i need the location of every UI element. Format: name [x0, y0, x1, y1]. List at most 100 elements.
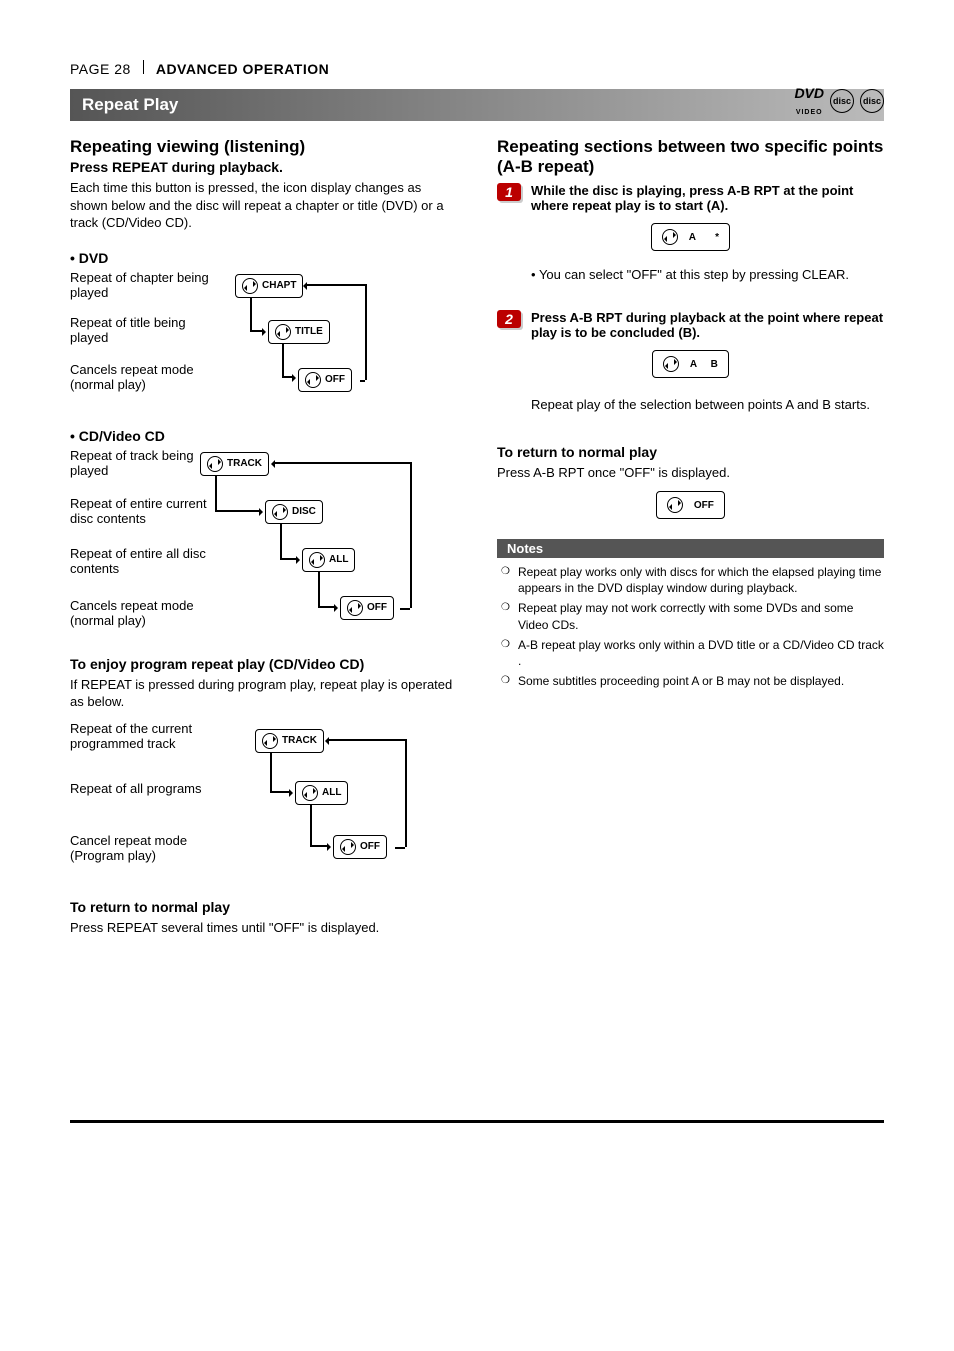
- flow-connector: [215, 476, 217, 510]
- note-text: Repeat play works only with discs for wh…: [518, 564, 884, 596]
- header-divider: [143, 60, 144, 74]
- ab-a-star-pill: A *: [651, 223, 730, 251]
- ab-off-pill: OFF: [656, 491, 725, 519]
- flow-arrow: [250, 330, 264, 332]
- repeat-icon: [275, 324, 291, 340]
- pill-label: OFF: [694, 500, 714, 511]
- dvd-chapter-text: Repeat of chapter being played: [70, 270, 220, 300]
- dvd-video-logo: DVD VIDEO: [794, 85, 824, 117]
- notes-header: Notes: [497, 539, 884, 558]
- dvd-title-text: Repeat of title being played: [70, 315, 220, 345]
- flow-connector: [318, 572, 320, 606]
- note-text: A-B repeat play works only within a DVD …: [518, 637, 884, 669]
- dvd-off-text: Cancels repeat mode (normal play): [70, 362, 220, 392]
- flow-connector: [400, 608, 410, 610]
- return-normal-text-left: Press REPEAT several times until "OFF" i…: [70, 919, 457, 937]
- repeat-icon: [667, 497, 683, 513]
- prog-all-text: Repeat of all programs: [70, 781, 230, 796]
- pill-label: TRACK: [282, 735, 317, 746]
- repeat-title-pill: TITLE: [268, 320, 330, 344]
- pill-label: ALL: [322, 787, 341, 798]
- step-1: 1 While the disc is playing, press A-B R…: [497, 183, 884, 213]
- flow-feedback: [365, 284, 367, 380]
- pill-label: A B: [690, 359, 718, 370]
- flow-feedback: [410, 462, 412, 608]
- step-2-after-text: Repeat play of the selection between poi…: [531, 396, 884, 414]
- flow-connector: [270, 753, 272, 791]
- compact-disc-logo-2: disc: [860, 89, 884, 113]
- step-1-note-text: You can select "OFF" at this step by pre…: [539, 267, 849, 282]
- prog-off-text: Cancel repeat mode (Program play): [70, 833, 230, 863]
- step-1-note: • You can select "OFF" at this step by p…: [531, 267, 884, 282]
- format-logos: DVD VIDEO disc disc: [794, 85, 884, 117]
- repeat-icon: [262, 733, 278, 749]
- flow-arrow: [318, 606, 336, 608]
- footer-rule: [70, 1120, 884, 1123]
- flow-feedback: [405, 739, 407, 847]
- note-item: Some subtitles proceeding point A or B m…: [501, 673, 884, 689]
- flow-arrow: [310, 845, 329, 847]
- flow-arrow: [306, 284, 365, 286]
- flow-arrow: [282, 376, 294, 378]
- repeating-viewing-heading: Repeating viewing (listening): [70, 137, 457, 157]
- cd-off-text: Cancels repeat mode (normal play): [70, 598, 220, 628]
- pill-label: TITLE: [295, 326, 323, 337]
- flow-arrow: [270, 791, 291, 793]
- repeat-icon: [347, 600, 363, 616]
- flow-connector: [395, 847, 405, 849]
- flow-arrow: [215, 510, 261, 512]
- flow-connector: [360, 380, 365, 382]
- flow-connector: [280, 524, 282, 558]
- return-normal-heading-right: To return to normal play: [497, 444, 884, 460]
- flow-arrow: [274, 462, 410, 464]
- repeat-icon: [305, 372, 321, 388]
- pill-label: OFF: [325, 374, 345, 385]
- pill-label: TRACK: [227, 458, 262, 469]
- flow-arrow: [328, 739, 405, 741]
- repeat-icon: [340, 839, 356, 855]
- pill-label: CHAPT: [262, 280, 296, 291]
- step-2: 2 Press A-B RPT during playback at the p…: [497, 310, 884, 340]
- return-normal-text-right: Press A-B RPT once "OFF" is displayed.: [497, 464, 884, 482]
- pill-label: OFF: [367, 602, 387, 613]
- repeat-chapt-pill: CHAPT: [235, 274, 303, 298]
- step-1-text: While the disc is playing, press A-B RPT…: [531, 183, 884, 213]
- repeat-intro-text: Each time this button is pressed, the ic…: [70, 179, 457, 232]
- note-item: Repeat play may not work correctly with …: [501, 600, 884, 632]
- compact-disc-logo-1: disc: [830, 89, 854, 113]
- step-number-1: 1: [497, 183, 521, 201]
- repeat-icon: [242, 278, 258, 294]
- dvd-text: DVD: [794, 85, 824, 101]
- left-column: Repeating viewing (listening) Press REPE…: [70, 133, 457, 940]
- notes-list: Repeat play works only with discs for wh…: [497, 564, 884, 689]
- dvd-heading: • DVD: [70, 250, 457, 266]
- program-repeat-intro: If REPEAT is pressed during program play…: [70, 676, 457, 711]
- prog-track-text: Repeat of the current programmed track: [70, 721, 230, 751]
- repeat-icon: [272, 504, 288, 520]
- right-column: Repeating sections between two specific …: [497, 133, 884, 940]
- section-title: ADVANCED OPERATION: [156, 61, 329, 77]
- cd-track-text: Repeat of track being played: [70, 448, 220, 478]
- repeat-track-pill: TRACK: [255, 729, 324, 753]
- note-text: Some subtitles proceeding point A or B m…: [518, 673, 844, 689]
- note-item: A-B repeat play works only within a DVD …: [501, 637, 884, 669]
- flow-arrow: [280, 558, 298, 560]
- pill-label: A *: [689, 232, 719, 243]
- cd-heading: • CD/Video CD: [70, 428, 457, 444]
- flow-connector: [250, 298, 252, 330]
- step-2-text: Press A-B RPT during playback at the poi…: [531, 310, 884, 340]
- press-repeat-subheading: Press REPEAT during playback.: [70, 159, 457, 175]
- repeat-off-pill: OFF: [298, 368, 352, 392]
- repeat-icon: [302, 785, 318, 801]
- note-item: Repeat play works only with discs for wh…: [501, 564, 884, 596]
- pill-label: OFF: [360, 841, 380, 852]
- pill-label: ALL: [329, 554, 348, 565]
- page-header: PAGE 28 ADVANCED OPERATION: [70, 60, 884, 77]
- disc-text-1: disc: [833, 96, 851, 106]
- flow-connector: [282, 344, 284, 376]
- repeat-icon: [663, 356, 679, 372]
- step-number-2: 2: [497, 310, 521, 328]
- program-repeat-heading: To enjoy program repeat play (CD/Video C…: [70, 656, 457, 672]
- note-text: Repeat play may not work correctly with …: [518, 600, 884, 632]
- flow-connector: [310, 805, 312, 845]
